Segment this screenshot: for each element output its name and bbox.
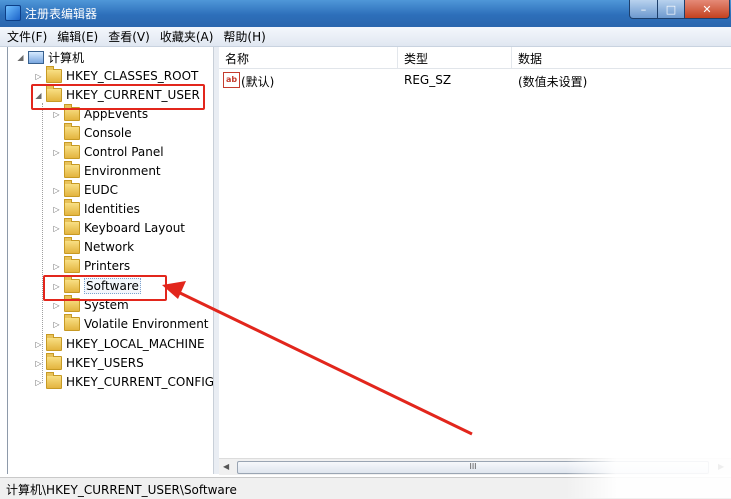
expand-icon[interactable]: ▷ [52,320,61,329]
folder-icon [64,161,80,178]
expand-icon[interactable]: ▷ [52,262,61,271]
value-data: (数值未设置) [518,75,588,89]
tree-item-volatile-environment[interactable]: ▷ Volatile Environment [52,314,209,333]
column-header-type[interactable]: 类型 [404,50,428,67]
folder-icon [64,142,80,159]
tree-item-hkey-local-machine[interactable]: ▷ HKEY_LOCAL_MACHINE [34,334,205,353]
menu-edit[interactable]: 编辑(E) [52,28,103,45]
tree-root-computer[interactable]: ◢ 计算机 [16,48,84,66]
expand-icon[interactable]: ▷ [34,359,43,368]
registry-tree[interactable]: ◢ 计算机 ▷ HKEY_CLASSES_ROOT ◢ HKEY_CURRENT… [7,47,214,474]
title-bar: 注册表编辑器 – □ ✕ [0,0,731,27]
close-icon: ✕ [702,2,712,16]
tree-item-environment[interactable]: Environment [52,161,161,180]
column-divider[interactable] [511,47,512,68]
expand-icon[interactable]: ▷ [34,378,43,387]
maximize-icon: □ [665,2,677,16]
menu-help[interactable]: 帮助(H) [218,28,270,45]
list-header: 名称 类型 数据 [219,47,731,69]
ab-string-icon: ab [223,72,240,88]
expand-icon[interactable]: ▷ [52,224,61,233]
folder-icon [46,66,62,83]
scroll-left-icon[interactable]: ◀ [223,462,229,471]
folder-icon [64,123,80,140]
tree-item-hkey-users[interactable]: ▷ HKEY_USERS [34,353,144,372]
tree-item-eudc[interactable]: ▷ EUDC [52,180,118,199]
collapse-icon[interactable]: ◢ [16,53,25,62]
highlight-box-hkey-current-user [31,84,205,110]
tree-item-printers[interactable]: ▷ Printers [52,256,130,275]
tree-item-network[interactable]: Network [52,237,134,256]
minimize-icon: – [640,2,647,16]
tree-item-hkey-current-config[interactable]: ▷ HKEY_CURRENT_CONFIG [34,372,214,391]
folder-icon [64,199,80,216]
menu-favorites[interactable]: 收藏夹(A) [155,28,219,45]
close-button[interactable]: ✕ [684,0,730,19]
regedit-app-icon [5,5,21,21]
value-type: REG_SZ [404,73,452,87]
minimize-button[interactable]: – [629,0,658,19]
maximize-button[interactable]: □ [657,0,685,19]
folder-icon [46,334,62,351]
folder-icon [64,218,80,235]
tree-item-identities[interactable]: ▷ Identities [52,199,140,218]
expand-icon[interactable]: ▷ [52,186,61,195]
column-divider[interactable] [397,47,398,68]
expand-icon[interactable]: ▷ [52,148,61,157]
grip-icon: III [469,462,477,471]
folder-icon [46,372,62,389]
value-name: (默认) [241,75,275,89]
expand-icon[interactable]: ▷ [34,72,43,81]
window-title: 注册表编辑器 [25,7,98,21]
tree-item-hkey-classes-root[interactable]: ▷ HKEY_CLASSES_ROOT [34,66,198,85]
folder-icon [64,256,80,273]
expand-icon[interactable]: ▷ [52,301,61,310]
folder-icon [64,237,80,254]
menu-bar: 文件(F) 编辑(E) 查看(V) 收藏夹(A) 帮助(H) [0,27,731,47]
status-path: 计算机\HKEY_CURRENT_USER\Software [6,483,237,497]
folder-icon [64,314,80,331]
list-item[interactable]: ab (默认) REG_SZ (数值未设置) [219,71,731,89]
column-header-data[interactable]: 数据 [518,50,542,67]
menu-view[interactable]: 查看(V) [103,28,155,45]
folder-icon [46,353,62,370]
computer-icon [28,50,44,64]
column-header-name[interactable]: 名称 [225,50,249,67]
watermark-fade [566,433,731,498]
expand-icon[interactable]: ▷ [34,340,43,349]
tree-item-console[interactable]: Console [52,123,132,142]
tree-item-control-panel[interactable]: ▷ Control Panel [52,142,164,161]
folder-icon [64,180,80,197]
highlight-box-software [43,275,167,301]
values-list[interactable]: 名称 类型 数据 ab (默认) REG_SZ (数值未设置) ◀ III ▶ [219,47,731,475]
expand-icon[interactable]: ▷ [52,205,61,214]
menu-file[interactable]: 文件(F) [0,28,52,45]
tree-item-keyboard-layout[interactable]: ▷ Keyboard Layout [52,218,185,237]
expand-icon[interactable]: ▷ [52,110,61,119]
